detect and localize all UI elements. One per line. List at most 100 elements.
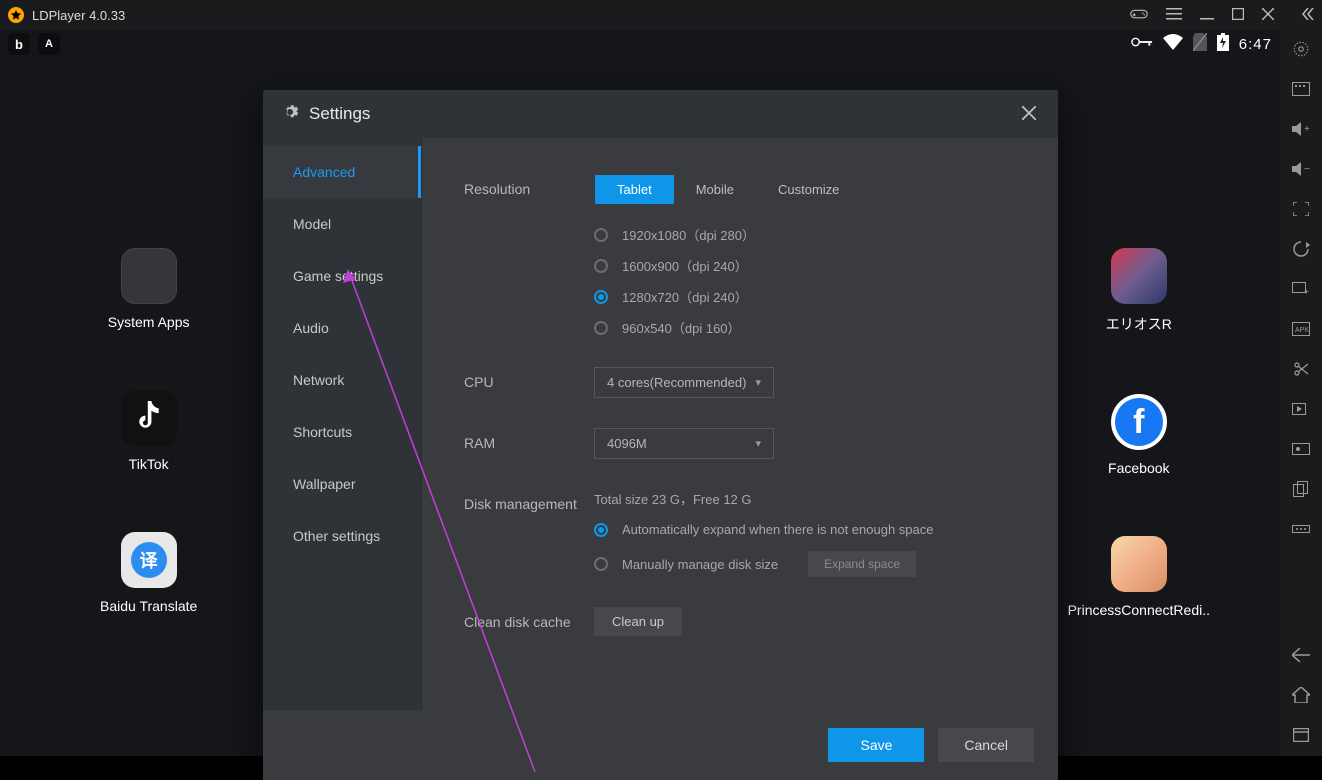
sidebar-item-advanced[interactable]: Advanced: [263, 146, 421, 198]
sidebar-item-label: Network: [293, 372, 344, 388]
radio-icon: [594, 259, 608, 273]
radio-icon: [594, 290, 608, 304]
settings-sidebar: Advanced Model Game settings Audio Netwo…: [263, 138, 421, 710]
ram-select[interactable]: 4096M▾: [594, 428, 774, 459]
sidebar-item-label: Wallpaper: [293, 476, 356, 492]
radio-icon: [594, 557, 608, 571]
radio-icon: [594, 321, 608, 335]
video-record-icon[interactable]: [1291, 400, 1311, 418]
back-icon[interactable]: [1291, 646, 1311, 664]
minimize-button[interactable]: [1200, 7, 1214, 24]
tab-tablet[interactable]: Tablet: [595, 175, 674, 204]
modal-footer: Save Cancel: [263, 710, 1058, 780]
resolution-mode-tabs: Tablet Mobile Customize: [594, 174, 862, 205]
sidebar-item-label: Other settings: [293, 528, 380, 544]
tab-customize[interactable]: Customize: [756, 175, 861, 204]
copy-icon[interactable]: [1291, 480, 1311, 498]
resolution-option-960[interactable]: 960x540（dpi 160）: [594, 318, 1018, 337]
modal-close-button[interactable]: [1022, 104, 1036, 125]
sidebar-item-other-settings[interactable]: Other settings: [263, 510, 421, 562]
svg-text:+: +: [1304, 124, 1310, 135]
sidebar-item-wallpaper[interactable]: Wallpaper: [263, 458, 421, 510]
sidebar-item-label: Model: [293, 216, 331, 232]
ram-label: RAM: [464, 428, 594, 459]
modal-title: Settings: [309, 104, 1022, 124]
clean-up-button[interactable]: Clean up: [594, 607, 682, 636]
battery-charging-icon: [1217, 33, 1229, 55]
keyboard-map-icon[interactable]: [1291, 80, 1311, 98]
app-label: System Apps: [108, 314, 190, 330]
no-sim-icon: [1193, 33, 1207, 55]
app-tiktok[interactable]: TikTok: [121, 390, 177, 472]
disk-option-auto[interactable]: Automatically expand when there is not e…: [594, 522, 1018, 537]
chevron-down-icon: ▾: [755, 376, 761, 389]
gamepad-icon[interactable]: [1130, 7, 1148, 24]
sidebar-item-label: Game settings: [293, 268, 383, 284]
sync-icon[interactable]: [1291, 240, 1311, 258]
app-label: PrincessConnectRedi..: [1068, 602, 1210, 618]
modal-header: Settings: [263, 90, 1058, 138]
sidebar-item-label: Shortcuts: [293, 424, 352, 440]
app-elios-r[interactable]: エリオスR: [1106, 248, 1172, 334]
svg-text:APK: APK: [1295, 327, 1309, 334]
app-system-apps[interactable]: System Apps: [108, 248, 190, 330]
radio-icon: [594, 523, 608, 537]
more-icon[interactable]: [1291, 520, 1311, 538]
radio-icon: [594, 228, 608, 242]
app-facebook[interactable]: f Facebook: [1108, 394, 1169, 476]
clean-cache-label: Clean disk cache: [464, 607, 594, 636]
resolution-option-1280[interactable]: 1280x720（dpi 240）: [594, 287, 1018, 306]
app-label: エリオスR: [1106, 314, 1172, 334]
sidebar-item-shortcuts[interactable]: Shortcuts: [263, 406, 421, 458]
keyboard-lang-icon[interactable]: A: [38, 33, 60, 55]
disk-note: Total size 23 G，Free 12 G: [594, 489, 1018, 508]
resolution-option-1920[interactable]: 1920x1080（dpi 280）: [594, 225, 1018, 244]
app-logo-icon: [8, 7, 24, 23]
svg-text:−: −: [1304, 164, 1310, 175]
menu-icon[interactable]: [1166, 7, 1182, 23]
maximize-button[interactable]: [1232, 7, 1244, 23]
operation-record-icon[interactable]: [1291, 440, 1311, 458]
chevron-down-icon: ▾: [755, 437, 761, 450]
cpu-select[interactable]: 4 cores(Recommended)▾: [594, 367, 774, 398]
resolution-option-1600[interactable]: 1600x900（dpi 240）: [594, 256, 1018, 275]
save-button[interactable]: Save: [828, 728, 924, 762]
window-title: LDPlayer 4.0.33: [32, 8, 1130, 23]
apk-install-icon[interactable]: APK: [1291, 320, 1311, 338]
titlebar: LDPlayer 4.0.33: [0, 0, 1322, 30]
app-baidu-translate[interactable]: 译 Baidu Translate: [100, 532, 197, 614]
volume-up-icon[interactable]: +: [1291, 120, 1311, 138]
app-label: Facebook: [1108, 460, 1169, 476]
resolution-label: Resolution: [464, 174, 594, 337]
app-princess-connect[interactable]: PrincessConnectRedi..: [1068, 536, 1210, 618]
settings-modal: Settings Advanced Model Game settings Au…: [263, 90, 1058, 780]
home-icon[interactable]: [1291, 686, 1311, 704]
sidebar-item-audio[interactable]: Audio: [263, 302, 421, 354]
app-label: TikTok: [129, 456, 169, 472]
settings-gear-icon[interactable]: [1291, 40, 1311, 58]
fullscreen-icon[interactable]: [1291, 200, 1311, 218]
emulator-top-strip: b A 6:47: [0, 30, 1280, 58]
sidebar-item-label: Audio: [293, 320, 329, 336]
emulator-screen: b A 6:47 System Apps: [0, 30, 1280, 756]
launcher-icon[interactable]: b: [8, 33, 30, 55]
expand-space-button[interactable]: Expand space: [808, 551, 916, 577]
wifi-icon: [1163, 34, 1183, 54]
right-toolbar: + − + APK: [1280, 30, 1322, 756]
sidebar-item-game-settings[interactable]: Game settings: [263, 250, 421, 302]
sidebar-item-network[interactable]: Network: [263, 354, 421, 406]
sidebar-item-model[interactable]: Model: [263, 198, 421, 250]
settings-content: Resolution Tablet Mobile Customize 1920x…: [421, 138, 1058, 710]
close-button[interactable]: [1262, 7, 1274, 23]
disk-label: Disk management: [464, 489, 594, 577]
recents-icon[interactable]: [1291, 726, 1311, 744]
cancel-button[interactable]: Cancel: [938, 728, 1034, 762]
gear-icon: [281, 103, 299, 126]
scissors-icon[interactable]: [1291, 360, 1311, 378]
multi-instance-icon[interactable]: +: [1291, 280, 1311, 298]
disk-option-manual[interactable]: Manually manage disk sizeExpand space: [594, 551, 1018, 577]
status-clock: 6:47: [1239, 36, 1272, 53]
tab-mobile[interactable]: Mobile: [674, 175, 756, 204]
collapse-sidebar-icon[interactable]: [1302, 7, 1314, 23]
volume-down-icon[interactable]: −: [1291, 160, 1311, 178]
